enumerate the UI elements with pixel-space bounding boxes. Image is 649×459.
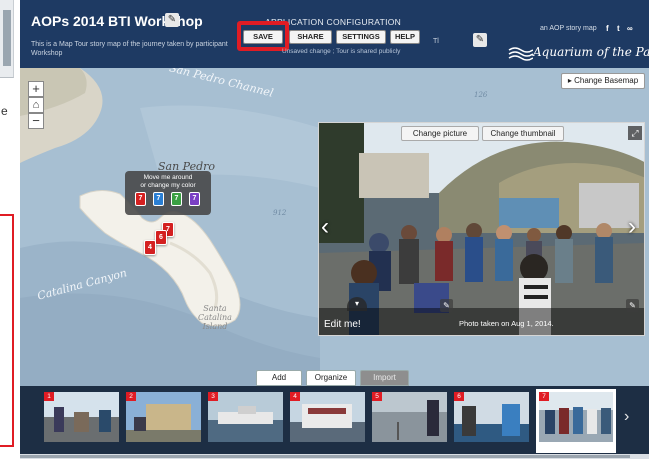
- aquarium-logo[interactable]: Aquarium of the Pacific: [507, 44, 649, 64]
- link-icon[interactable]: ∞: [627, 24, 633, 33]
- thumbnail-item[interactable]: 2: [126, 392, 201, 442]
- chevron-down-icon[interactable]: ▾: [347, 297, 367, 311]
- settings-button[interactable]: SETTINGS: [336, 30, 386, 44]
- change-basemap-button[interactable]: ▸ Change Basemap: [561, 73, 645, 89]
- facebook-icon[interactable]: f: [606, 24, 609, 33]
- thumbnail-item[interactable]: 3: [208, 392, 283, 442]
- edit-title-pencil-icon[interactable]: ✎: [440, 299, 453, 312]
- left-page-fragment-text: e: [1, 104, 8, 118]
- storymap-link[interactable]: an AOP story map: [540, 25, 597, 32]
- help-button[interactable]: HELP: [390, 30, 420, 44]
- share-button[interactable]: SHARE: [289, 30, 332, 44]
- tour-photo: [319, 123, 644, 335]
- header-tl-text: Tl: [433, 38, 439, 45]
- thumbnail-number: 7: [539, 392, 549, 401]
- change-thumbnail-button[interactable]: Change thumbnail: [482, 126, 564, 141]
- expand-icon[interactable]: ⤢: [628, 126, 642, 140]
- thumbnail-number: 4: [290, 392, 300, 401]
- carousel-next-arrow-icon[interactable]: ›: [624, 408, 629, 426]
- thumbnail-item[interactable]: 5: [372, 392, 447, 442]
- tab-organize[interactable]: Organize: [306, 370, 356, 386]
- media-panel: Change picture Change thumbnail ⤢ ‹ › ▾ …: [318, 122, 645, 336]
- zoom-out-button[interactable]: −: [28, 113, 44, 129]
- blue-pin-color-option[interactable]: 7: [153, 192, 164, 206]
- thumbnail-carousel: 1 2 3 4 5 6 7 ›: [20, 386, 649, 459]
- home-button[interactable]: ⌂: [28, 97, 44, 113]
- wave-logo-icon: [508, 47, 534, 61]
- map-tour-builder: AOPs 2014 BTI Workshop ✎ This is a Map T…: [20, 0, 649, 459]
- thumbnail-item[interactable]: 6: [454, 392, 529, 442]
- screen: e AOPs 2014 BTI Workshop ✎ This is a Map…: [0, 0, 649, 459]
- photo-caption[interactable]: Photo taken on Aug 1, 2014.: [459, 319, 554, 328]
- depth-label-126: 126: [474, 91, 488, 99]
- thumbnail-number: 6: [454, 392, 464, 401]
- save-highlight-box: [237, 21, 289, 51]
- twitter-icon[interactable]: t: [617, 24, 620, 33]
- save-status: Unsaved change ; Tour is shared publicly: [282, 48, 401, 55]
- map-pin-4[interactable]: 4: [144, 240, 156, 255]
- thumbnail-item[interactable]: 4: [290, 392, 365, 442]
- zoom-in-button[interactable]: +: [28, 81, 44, 97]
- next-arrow-icon[interactable]: ›: [628, 215, 636, 239]
- map-pin-6[interactable]: 6: [155, 230, 167, 245]
- thumbnail-item[interactable]: 1: [44, 392, 119, 442]
- change-picture-button[interactable]: Change picture: [401, 126, 479, 141]
- tab-add[interactable]: Add: [256, 370, 302, 386]
- edit-title-pencil-icon[interactable]: ✎: [165, 13, 179, 27]
- logo-text: Aquarium of the Pacific: [533, 45, 649, 59]
- pin-color-tooltip: Move me around or change my color 7 7 7 …: [125, 171, 211, 215]
- depth-label-912: 912: [273, 209, 287, 217]
- app-header: AOPs 2014 BTI Workshop ✎ This is a Map T…: [20, 0, 649, 68]
- point-title[interactable]: Edit me!: [324, 319, 361, 330]
- app-subtitle: This is a Map Tour story map of the jour…: [31, 41, 228, 57]
- island-label: Santa Catalina Island: [198, 304, 232, 331]
- tab-import[interactable]: Import: [360, 370, 409, 386]
- carousel-scrollbar[interactable]: [20, 454, 649, 459]
- edit-header-pencil-icon[interactable]: ✎: [473, 33, 487, 47]
- left-page-red-frame: [0, 214, 14, 447]
- previous-arrow-icon[interactable]: ‹: [321, 215, 329, 239]
- carousel-scrollbar-thumb[interactable]: [20, 455, 630, 458]
- green-pin-color-option[interactable]: 7: [171, 192, 182, 206]
- red-pin-color-option[interactable]: 7: [135, 192, 146, 206]
- thumbnail-number: 3: [208, 392, 218, 401]
- left-page-fragment-image: [0, 0, 14, 78]
- thumbnail-number: 1: [44, 392, 54, 401]
- purple-pin-color-option[interactable]: 7: [189, 192, 200, 206]
- tooltip-text: Move me around or change my color: [140, 174, 196, 189]
- map-view[interactable]: San Pedro Channel San Pedro Catalina Can…: [20, 68, 649, 386]
- edit-caption-pencil-icon[interactable]: ✎: [626, 299, 639, 312]
- thumbnail-item-selected[interactable]: 7: [536, 389, 616, 453]
- thumbnail-number: 5: [372, 392, 382, 401]
- thumbnail-number: 2: [126, 392, 136, 401]
